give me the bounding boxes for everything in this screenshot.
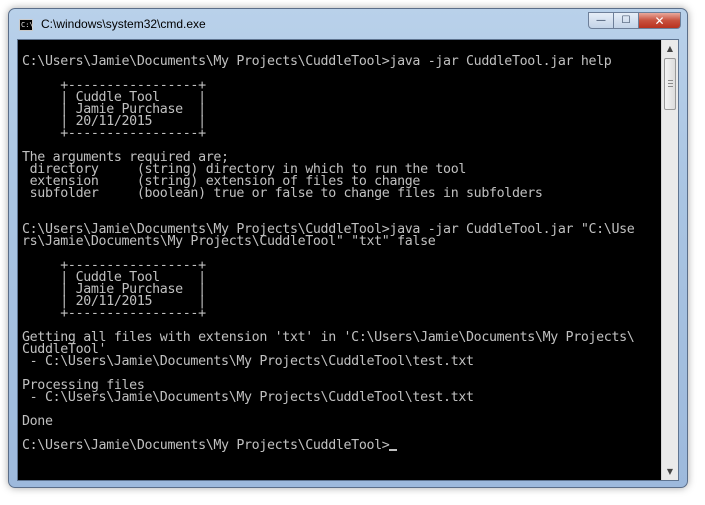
console-line: - C:\Users\Jamie\Documents\My Projects\C…: [22, 354, 474, 369]
console-line: subfolder (boolean) true or false to cha…: [22, 186, 543, 201]
minimize-button[interactable]: —: [588, 12, 614, 29]
console-line: +-----------------+: [22, 306, 206, 321]
arrow-up-icon: ▲: [666, 44, 674, 53]
console-prompt: C:\Users\Jamie\Documents\My Projects\Cud…: [22, 438, 390, 453]
console-line: +-----------------+: [22, 126, 206, 141]
maximize-icon: ☐: [621, 15, 631, 26]
grip-line: [668, 80, 673, 81]
window-title: C:\windows\system32\cmd.exe: [41, 17, 206, 31]
console-line: Done: [22, 414, 53, 429]
arrow-down-icon: ▼: [666, 467, 674, 476]
vertical-scrollbar[interactable]: ▲ ▼: [661, 40, 678, 480]
scroll-down-button[interactable]: ▼: [662, 463, 678, 480]
grip-line: [668, 83, 673, 84]
console-line: - C:\Users\Jamie\Documents\My Projects\C…: [22, 390, 474, 405]
maximize-button[interactable]: ☐: [614, 12, 639, 29]
console-line: Getting all files with extension 'txt' i…: [22, 330, 635, 345]
text-cursor: [389, 449, 398, 451]
scroll-up-button[interactable]: ▲: [662, 40, 678, 57]
console-prompt-line: C:\Users\Jamie\Documents\My Projects\Cud…: [22, 438, 662, 453]
close-button[interactable]: ✕: [639, 12, 681, 29]
console-line: C:\Users\Jamie\Documents\My Projects\Cud…: [22, 54, 612, 69]
caption-buttons: — ☐ ✕: [588, 12, 681, 30]
minimize-icon: —: [596, 15, 606, 26]
console-area[interactable]: C:\Users\Jamie\Documents\My Projects\Cud…: [17, 39, 679, 481]
console-output[interactable]: C:\Users\Jamie\Documents\My Projects\Cud…: [22, 44, 662, 476]
title-bar[interactable]: C:\ C:\windows\system32\cmd.exe — ☐ ✕: [9, 9, 687, 39]
close-icon: ✕: [654, 13, 665, 28]
console-line: rs\Jamie\Documents\My Projects\CuddleToo…: [22, 234, 436, 249]
cmd-app-icon[interactable]: C:\: [19, 19, 34, 31]
cmd-window: C:\ C:\windows\system32\cmd.exe — ☐ ✕ C:…: [8, 8, 688, 488]
grip-line: [668, 86, 673, 87]
scroll-thumb[interactable]: [664, 58, 676, 110]
